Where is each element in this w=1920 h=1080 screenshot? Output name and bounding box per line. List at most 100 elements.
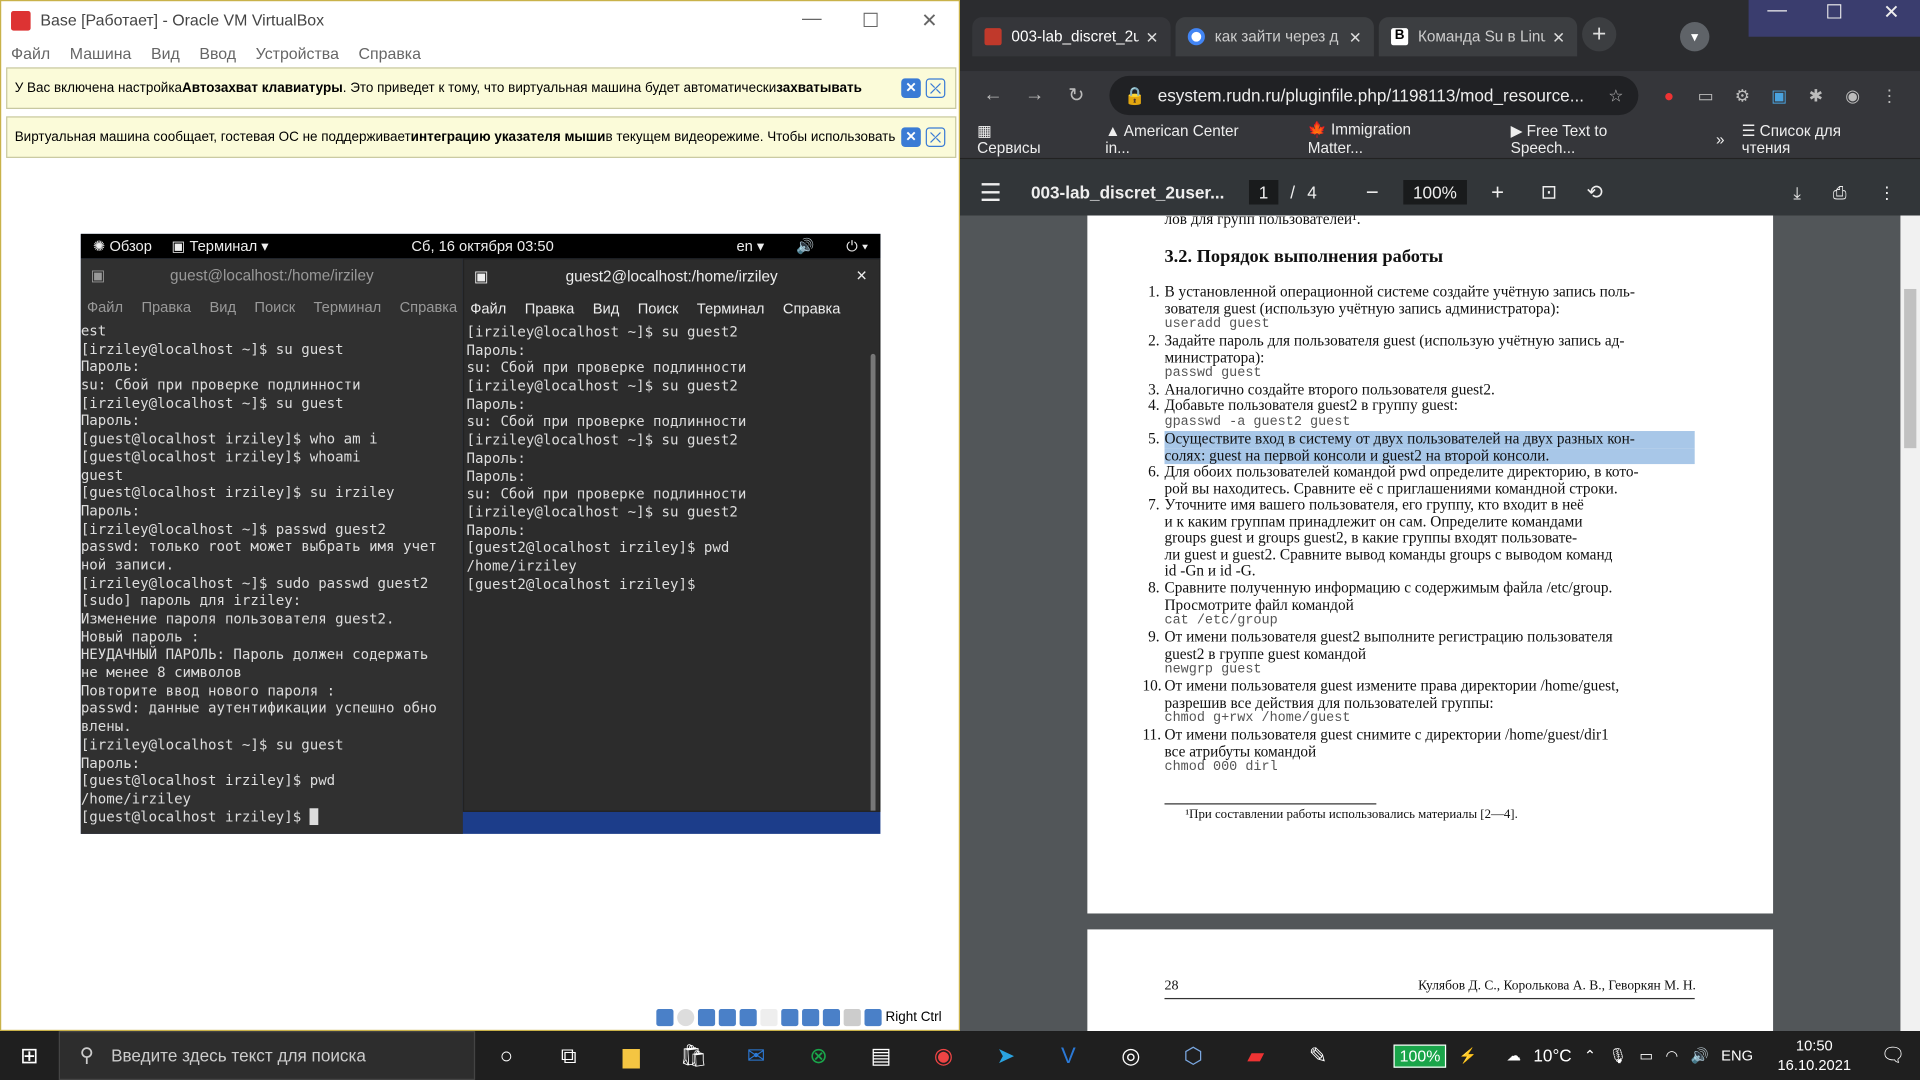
- terminal-app-menu[interactable]: ▣ Терминал ▾: [172, 238, 269, 255]
- print-icon[interactable]: ⎙: [1833, 182, 1847, 203]
- disk-icon[interactable]: [656, 1008, 674, 1027]
- recording-icon[interactable]: [802, 1008, 820, 1027]
- pdf-viewer[interactable]: лов для групп пользователей¹. 3.2. Поряд…: [960, 215, 1920, 1032]
- input-language[interactable]: en ▾: [736, 237, 764, 255]
- terminal-window-guest[interactable]: ▣ guest@localhost:/home/irziley Файл Пра…: [80, 258, 463, 834]
- obs-icon[interactable]: ◎: [1100, 1043, 1162, 1069]
- power-menu-icon[interactable]: ⏻ ▾: [846, 237, 868, 255]
- back-icon[interactable]: ←: [972, 84, 1014, 106]
- close-tab-icon[interactable]: ✕: [1552, 28, 1565, 46]
- mail-icon[interactable]: ✉: [725, 1043, 787, 1069]
- menu-file[interactable]: Файл: [11, 43, 50, 61]
- network-icon[interactable]: [718, 1008, 737, 1027]
- telegram-icon[interactable]: ➤: [975, 1043, 1037, 1069]
- page-number-input[interactable]: 1: [1248, 180, 1279, 205]
- pdf-scrollbar[interactable]: [1900, 215, 1920, 1032]
- bookmark-star-icon[interactable]: ☆: [1608, 85, 1623, 106]
- reload-icon[interactable]: ↻: [1056, 83, 1098, 107]
- app-icon[interactable]: ▰: [1225, 1043, 1287, 1069]
- shared-folders-icon[interactable]: [760, 1008, 778, 1027]
- volume-icon[interactable]: 🔊: [1691, 1047, 1709, 1064]
- menu-view[interactable]: Вид: [209, 298, 236, 315]
- reading-list[interactable]: ☰ Список для чтения: [1742, 121, 1908, 156]
- menu-terminal[interactable]: Терминал: [697, 299, 765, 316]
- volume-icon[interactable]: 🔊: [796, 237, 814, 255]
- plug-icon[interactable]: ⚡: [1459, 1047, 1477, 1064]
- menu-search[interactable]: Поиск: [638, 299, 679, 316]
- display-icon[interactable]: [781, 1008, 799, 1027]
- tab-pdf[interactable]: 003-lab_discret_2u ✕: [972, 17, 1171, 57]
- bookmark-immigration[interactable]: 🍁 Immigration Matter...: [1308, 121, 1484, 157]
- menu-file[interactable]: Файл: [87, 298, 123, 315]
- forward-icon[interactable]: →: [1014, 84, 1056, 106]
- audio-icon[interactable]: [698, 1008, 716, 1027]
- app-icon[interactable]: ▤: [850, 1043, 912, 1069]
- microphone-icon[interactable]: 🎙: [1608, 1047, 1627, 1064]
- battery-icon[interactable]: ▭: [1639, 1047, 1653, 1064]
- extensions-puzzle-icon[interactable]: ✱: [1798, 85, 1835, 106]
- show-hidden-icons-icon[interactable]: ⌃: [1584, 1047, 1596, 1064]
- zoom-out-icon[interactable]: −: [1366, 179, 1379, 205]
- close-icon[interactable]: ✕: [900, 8, 959, 32]
- maximize-icon[interactable]: ☐: [1806, 0, 1863, 37]
- zoom-level[interactable]: 100%: [1403, 180, 1467, 205]
- download-icon[interactable]: ⤓: [1793, 182, 1801, 203]
- menu-view[interactable]: Вид: [593, 299, 620, 316]
- store-icon[interactable]: 🛍: [662, 1043, 724, 1069]
- activities-overview[interactable]: ✺ Обзор: [93, 238, 152, 255]
- minimize-icon[interactable]: —: [1749, 0, 1806, 37]
- terminal-scrollbar[interactable]: [870, 353, 876, 811]
- guest-clock[interactable]: Сб, 16 октября 03:50: [411, 238, 553, 255]
- menu-machine[interactable]: Машина: [70, 43, 132, 61]
- tab-su-command[interactable]: B Команда Su в Linu ✕: [1378, 17, 1578, 57]
- more-actions-icon[interactable]: ⋮: [1878, 182, 1895, 203]
- menu-view[interactable]: Вид: [151, 43, 180, 61]
- close-tab-icon[interactable]: ✕: [1146, 28, 1159, 46]
- weather-icon[interactable]: ☁: [1506, 1047, 1521, 1064]
- virtualbox-manager-icon[interactable]: ⬡: [1162, 1043, 1224, 1069]
- menu-help[interactable]: Справка: [359, 43, 421, 61]
- optical-drive-icon[interactable]: [677, 1008, 695, 1027]
- address-bar[interactable]: 🔒 esystem.rudn.ru/pluginfile.php/1198113…: [1109, 75, 1639, 116]
- sidebar-menu-icon[interactable]: ☰: [980, 177, 1002, 208]
- taskbar-search[interactable]: ⚲ Введите здесь текст для поиска: [58, 1031, 476, 1080]
- tab-google[interactable]: как зайти через д ✕: [1175, 17, 1374, 57]
- close-icon[interactable]: ×: [856, 266, 867, 287]
- keyboard-capture-icon[interactable]: [864, 1008, 882, 1027]
- cpu-icon[interactable]: [823, 1008, 841, 1027]
- clock[interactable]: 10:50 16.10.2021: [1778, 1036, 1852, 1075]
- cortana-icon[interactable]: ○: [475, 1043, 537, 1069]
- zoom-in-icon[interactable]: +: [1491, 179, 1504, 205]
- mute-notice-icon[interactable]: ⤫: [925, 78, 946, 98]
- notifications-icon[interactable]: 🗨: [1880, 1043, 1905, 1067]
- bookmark-apps[interactable]: ▦ Сервисы: [977, 121, 1078, 156]
- menu-input[interactable]: Ввод: [199, 43, 236, 61]
- battery-indicator[interactable]: 100%: [1393, 1043, 1447, 1068]
- close-icon[interactable]: ✕: [1863, 0, 1920, 37]
- menu-edit[interactable]: Правка: [525, 299, 575, 316]
- maximize-icon[interactable]: ☐: [841, 8, 900, 32]
- profile-avatar[interactable]: ◉: [1834, 85, 1871, 106]
- minimize-icon[interactable]: —: [782, 8, 841, 32]
- menu-help[interactable]: Справка: [400, 298, 458, 315]
- weather-temp[interactable]: 10°C: [1533, 1046, 1571, 1066]
- menu-devices[interactable]: Устройства: [256, 43, 339, 61]
- menu-terminal[interactable]: Терминал: [314, 298, 382, 315]
- menu-search[interactable]: Поиск: [254, 298, 295, 315]
- menu-help[interactable]: Справка: [783, 299, 841, 316]
- wifi-icon[interactable]: ◠: [1666, 1047, 1679, 1064]
- extension-icon[interactable]: ▭: [1687, 85, 1724, 106]
- terminal-output[interactable]: [irziley@localhost ~]$ su guest2 Пароль: s…: [464, 323, 879, 593]
- menu-file[interactable]: Файл: [470, 299, 506, 316]
- virtualbox-taskbar-icon[interactable]: V: [1037, 1043, 1099, 1069]
- xbox-icon[interactable]: ⊗: [787, 1043, 849, 1069]
- lock-icon[interactable]: 🔒: [1124, 85, 1145, 106]
- menu-edit[interactable]: Правка: [141, 298, 191, 315]
- chrome-icon[interactable]: ◉: [912, 1043, 974, 1069]
- chrome-menu-icon[interactable]: ⋮: [1871, 85, 1908, 106]
- extension-icon[interactable]: ●: [1651, 86, 1688, 106]
- file-explorer-icon[interactable]: ▆: [600, 1043, 662, 1069]
- scrollbar-thumb[interactable]: [1904, 288, 1917, 449]
- bookmark-text-to-speech[interactable]: ▶ Free Text to Speech...: [1511, 121, 1689, 156]
- bookmark-american-center[interactable]: ▲ American Center in...: [1105, 122, 1281, 156]
